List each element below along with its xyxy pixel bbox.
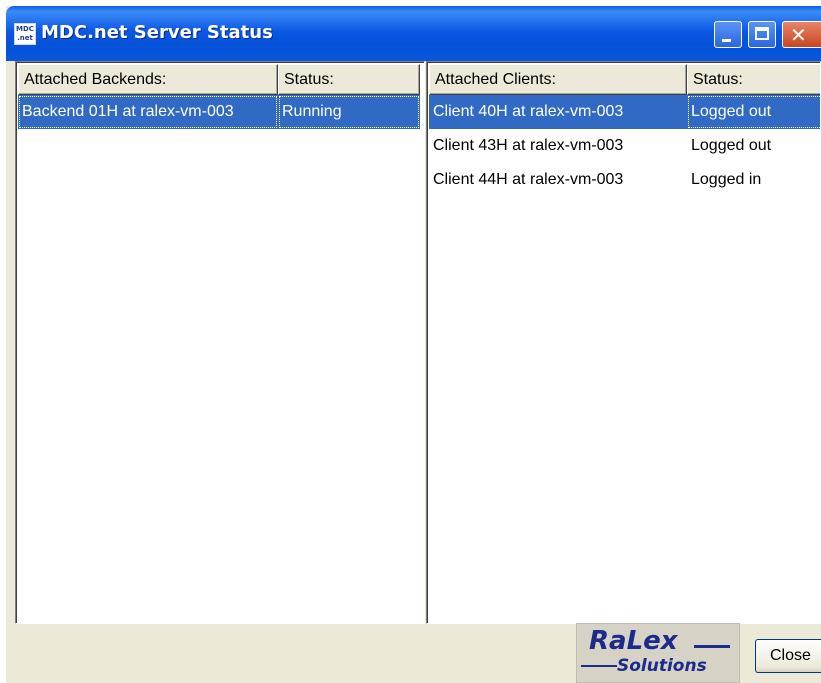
backends-list[interactable]: Attached Backends: Status: Backend 01H a… [15, 61, 425, 624]
ralex-solutions-logo: RaLex Solutions [576, 623, 740, 683]
logo-text-top: RaLex [589, 626, 678, 656]
column-header-client-status[interactable]: Status: [687, 64, 820, 95]
client-row[interactable]: Client 44H at ralex-vm-003 Logged in [429, 163, 820, 197]
clients-list[interactable]: Attached Clients: Status: Client 40H at … [426, 61, 821, 624]
column-header-backend-status[interactable]: Status: [278, 64, 420, 95]
client-status: Logged out [691, 137, 772, 154]
close-icon: ✕ [790, 23, 807, 47]
server-status-window: MDC .net MDC.net Server Status ✕ Attache… [6, 6, 821, 683]
client-name: Client 44H at ralex-vm-003 [433, 171, 624, 188]
window-title: MDC.net Server Status [41, 22, 273, 43]
close-window-button[interactable]: ✕ [782, 21, 821, 48]
backend-row[interactable]: Backend 01H at ralex-vm-003 Running [18, 95, 420, 129]
logo-text-bottom: Solutions [617, 656, 707, 676]
client-status: Logged in [691, 171, 762, 188]
app-icon-text-top: MDC [16, 25, 34, 33]
client-name: Client 40H at ralex-vm-003 [433, 103, 624, 120]
maximize-button[interactable] [748, 21, 776, 48]
client-row[interactable]: Client 43H at ralex-vm-003 Logged out [429, 129, 820, 163]
column-header-clients[interactable]: Attached Clients: [429, 64, 687, 95]
client-status: Logged out [687, 95, 820, 129]
app-icon[interactable]: MDC .net [14, 23, 36, 45]
logo-rule [581, 665, 617, 667]
backend-status: Running [278, 95, 420, 129]
close-button[interactable]: Close [755, 639, 821, 673]
app-icon-text-bottom: .net [17, 34, 33, 42]
column-header-backends[interactable]: Attached Backends: [18, 64, 278, 95]
minimize-button[interactable] [714, 21, 742, 48]
title-bar[interactable]: MDC .net MDC.net Server Status ✕ [6, 6, 821, 61]
backend-name: Backend 01H at ralex-vm-003 [18, 95, 278, 129]
client-name: Client 43H at ralex-vm-003 [433, 137, 624, 154]
logo-rule [694, 645, 730, 648]
client-row[interactable]: Client 40H at ralex-vm-003 Logged out [429, 95, 820, 129]
